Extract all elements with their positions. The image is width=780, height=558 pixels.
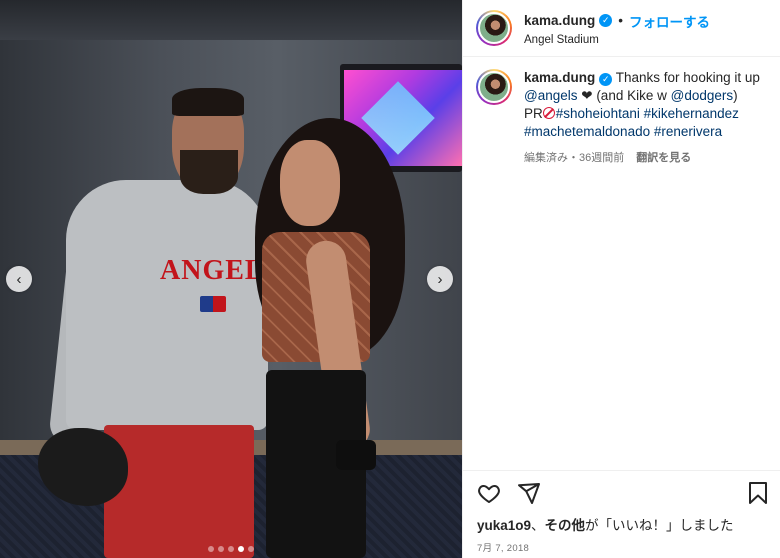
- hashtag-link[interactable]: #machetemaldonado: [524, 124, 650, 139]
- carousel-dot: [248, 546, 254, 552]
- caption-text-1: Thanks for hooking it up: [612, 70, 760, 85]
- caption: kama.dung ✓ Thanks for hooking it up @ang…: [463, 57, 780, 167]
- post-photo[interactable]: ANGELS ‹ ›: [0, 0, 462, 558]
- man-shorts: [104, 425, 254, 558]
- caption-meta: 編集済み・36週間前 翻訳を見る: [524, 149, 767, 167]
- hashtag-link[interactable]: #shoheiohtani: [556, 106, 640, 121]
- liker-username[interactable]: yuka1o9: [477, 518, 531, 533]
- mention-dodgers[interactable]: @dodgers: [671, 88, 734, 103]
- hashtag-link[interactable]: #kikehernandez: [644, 106, 739, 121]
- carousel-dot: [208, 546, 214, 552]
- man-hair: [172, 88, 244, 116]
- caption-avatar[interactable]: [476, 69, 512, 105]
- prev-photo-button[interactable]: ‹: [6, 266, 32, 292]
- likes-comma: 、: [531, 518, 545, 533]
- edited-time: 編集済み・36週間前: [524, 152, 625, 164]
- man-hoodie: [66, 180, 268, 430]
- like-button[interactable]: [477, 481, 501, 505]
- prohibited-emoji-icon: [542, 107, 555, 119]
- flag-logo: [200, 296, 226, 312]
- share-button[interactable]: [517, 481, 541, 505]
- post-header: kama.dung ✓ • フォローする Angel Stadium: [463, 0, 780, 57]
- caption-body: kama.dung ✓ Thanks for hooking it up @ang…: [524, 69, 767, 167]
- man-beard: [180, 150, 238, 194]
- clutch-bag: [336, 440, 376, 470]
- carousel-indicator: [0, 546, 462, 552]
- post-date[interactable]: 7月 7, 2018: [477, 540, 529, 554]
- chevron-left-icon: ‹: [16, 270, 22, 288]
- save-button[interactable]: [747, 481, 769, 505]
- see-translation-button[interactable]: 翻訳を見る: [636, 152, 691, 164]
- header-row: kama.dung ✓ • フォローする: [524, 11, 710, 31]
- likes-summary: yuka1o9、その他が「いいね！」しました: [477, 514, 734, 534]
- chevron-right-icon: ›: [437, 270, 443, 288]
- ceiling: [0, 0, 462, 40]
- caption-text: kama.dung ✓ Thanks for hooking it up @ang…: [524, 69, 767, 141]
- heart-emoji: ❤: [577, 88, 593, 103]
- follow-button[interactable]: フォローする: [629, 11, 710, 31]
- post-side-panel: kama.dung ✓ • フォローする Angel Stadium kama.…: [462, 0, 780, 558]
- avatar-image: [478, 71, 510, 103]
- carousel-dot: [218, 546, 224, 552]
- avatar[interactable]: [476, 10, 512, 46]
- mention-angels[interactable]: @angels: [524, 88, 578, 103]
- verified-badge-icon: ✓: [599, 72, 613, 86]
- caption-text-2: (and Kike w: [592, 88, 671, 103]
- carousel-dot: [228, 546, 234, 552]
- header-text: kama.dung ✓ • フォローする Angel Stadium: [524, 11, 710, 46]
- likes-others-link[interactable]: その他: [545, 518, 586, 533]
- bookmark-icon: [749, 481, 767, 504]
- next-photo-button[interactable]: ›: [427, 266, 453, 292]
- verified-badge-icon: ✓: [599, 14, 613, 27]
- caption-text-3: ): [733, 88, 738, 103]
- heart-outline-icon: [478, 484, 500, 503]
- action-bar: [463, 470, 780, 508]
- caption-username-link[interactable]: kama.dung: [524, 70, 595, 85]
- avatar-image: [478, 12, 510, 44]
- likes-text: が「いいね！」しました: [585, 518, 734, 533]
- shirt-text: ANGELS: [160, 255, 282, 286]
- carousel-dot: [238, 546, 244, 552]
- location-link[interactable]: Angel Stadium: [524, 34, 710, 46]
- pr-label: PR: [524, 106, 543, 121]
- separator-dot: •: [618, 13, 623, 28]
- hashtag-link[interactable]: #renerivera: [654, 124, 722, 139]
- woman-face: [280, 140, 340, 226]
- username-link[interactable]: kama.dung: [524, 13, 595, 28]
- paper-plane-icon: [518, 482, 540, 504]
